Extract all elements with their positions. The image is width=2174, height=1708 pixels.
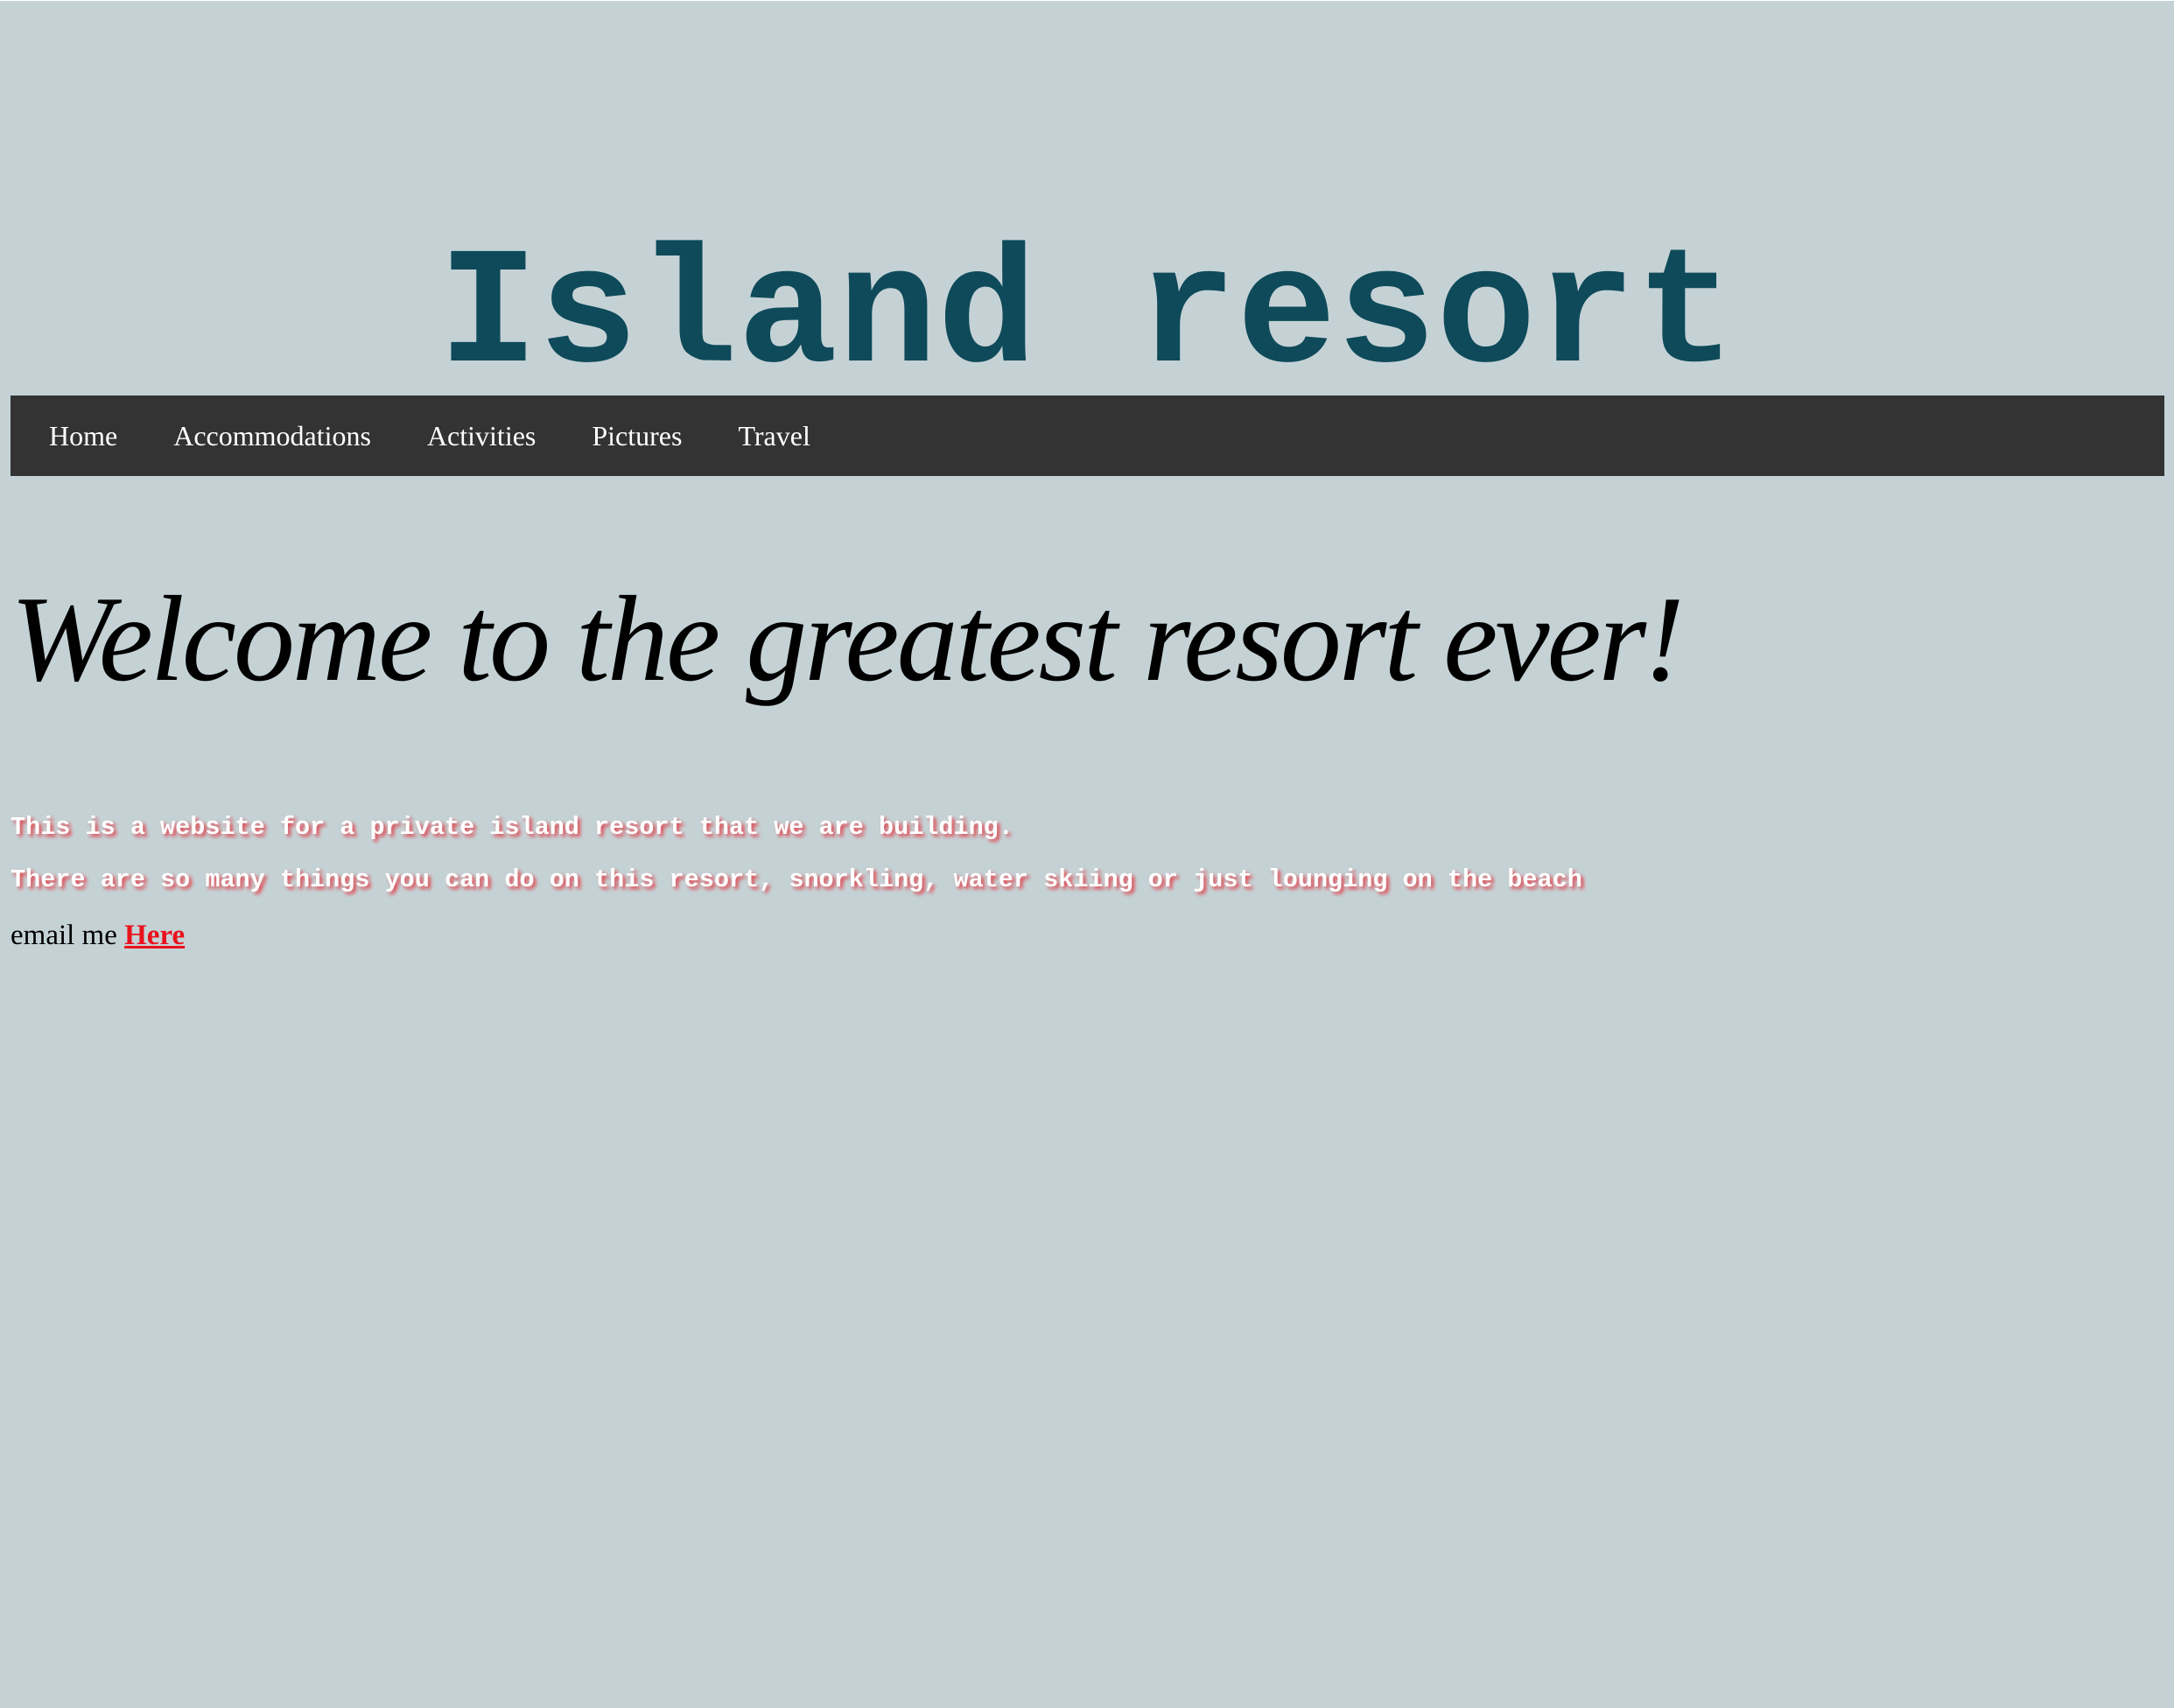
email-prefix: email me xyxy=(11,920,117,951)
nav-pictures-link[interactable]: Pictures xyxy=(564,420,710,452)
site-title: Island resort xyxy=(438,223,1736,412)
nav-home-link[interactable]: Home xyxy=(21,420,145,452)
nav-travel-link[interactable]: Travel xyxy=(710,420,838,452)
nav-activities-link[interactable]: Activities xyxy=(399,420,564,452)
intro-paragraph: This is a website for a private island r… xyxy=(11,813,1013,842)
welcome-heading: Welcome to the greatest resort ever! xyxy=(11,571,1685,707)
navbar: Home Accommodations Activities Pictures … xyxy=(11,396,2164,476)
email-line: email me Here xyxy=(11,920,185,952)
email-here-link[interactable]: Here xyxy=(124,920,185,951)
activities-paragraph: There are so many things you can do on t… xyxy=(11,865,1582,894)
nav-accommodations-link[interactable]: Accommodations xyxy=(145,420,399,452)
